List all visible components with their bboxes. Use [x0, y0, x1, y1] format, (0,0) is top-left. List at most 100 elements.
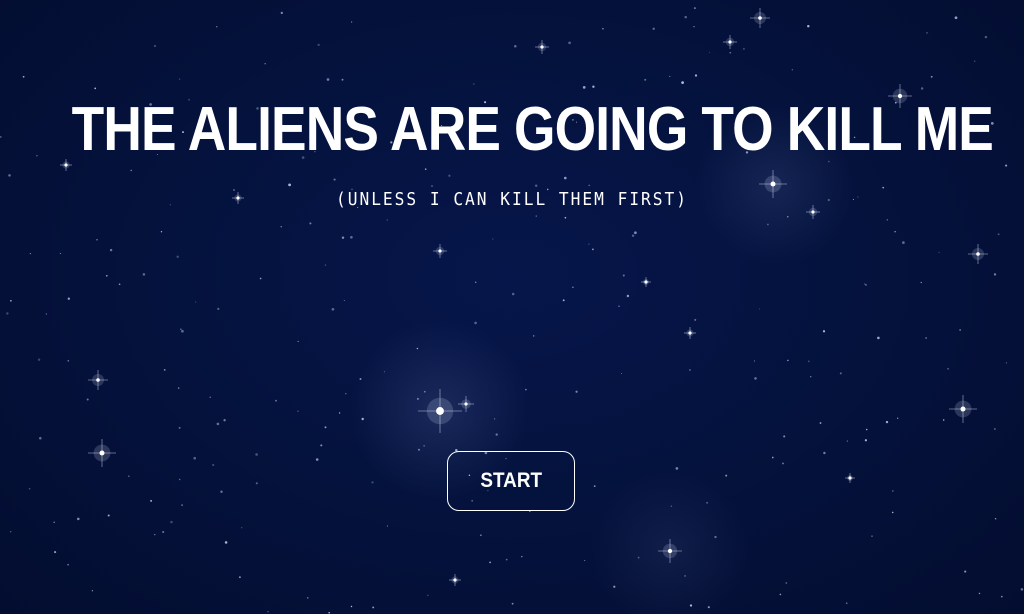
small-star: [264, 63, 266, 65]
game-subtitle: (UNLESS I CAN KILL THEM FIRST): [335, 189, 688, 210]
small-star: [195, 301, 197, 303]
small-star: [77, 517, 80, 521]
small-star: [754, 377, 757, 380]
small-star: [67, 297, 70, 300]
small-star: [130, 169, 133, 172]
small-star: [613, 585, 616, 588]
small-star: [217, 307, 220, 311]
small-star: [324, 264, 326, 266]
small-star: [162, 530, 165, 534]
small-star: [424, 168, 427, 170]
small-star: [693, 7, 696, 10]
small-star: [280, 226, 282, 228]
small-star: [707, 606, 710, 609]
small-star: [675, 467, 679, 470]
small-star: [511, 292, 515, 296]
small-star: [386, 219, 388, 221]
small-star: [845, 602, 848, 605]
small-star: [474, 281, 477, 284]
sparkle-star: [88, 439, 116, 467]
small-star: [338, 412, 341, 414]
small-star: [807, 360, 810, 363]
small-star: [564, 216, 567, 219]
small-star: [8, 174, 11, 177]
sparkle-star: [750, 8, 770, 28]
small-star: [582, 86, 586, 89]
small-star: [693, 26, 695, 28]
small-star: [118, 283, 121, 286]
small-star: [568, 41, 571, 45]
small-star: [947, 367, 949, 370]
small-star: [91, 590, 94, 592]
small-star: [212, 464, 215, 466]
small-star: [846, 440, 848, 442]
small-star: [345, 393, 347, 395]
small-star: [67, 360, 70, 362]
small-star: [960, 409, 963, 412]
small-star: [39, 436, 42, 440]
small-star: [897, 417, 899, 419]
small-star: [823, 451, 826, 455]
small-star: [593, 485, 596, 487]
small-star: [688, 369, 691, 371]
small-star: [974, 60, 976, 62]
small-star: [885, 420, 889, 424]
small-star: [255, 482, 258, 485]
small-star: [178, 478, 181, 481]
small-star: [684, 15, 687, 19]
small-star: [892, 490, 894, 492]
game-title-screen: THE ALIENS ARE GOING TO KILL ME (UNLESS …: [0, 0, 1024, 614]
small-star: [9, 530, 12, 533]
small-star: [223, 419, 226, 422]
small-star: [160, 231, 163, 233]
small-star: [787, 359, 789, 362]
small-star: [714, 535, 717, 539]
small-star: [317, 43, 320, 47]
small-star: [416, 397, 419, 400]
small-star: [0, 135, 2, 138]
small-star: [978, 592, 981, 595]
sparkle-star: [449, 574, 461, 586]
start-button[interactable]: START: [447, 451, 575, 511]
small-star: [320, 444, 323, 447]
small-star: [634, 231, 637, 235]
small-star: [742, 47, 745, 50]
small-star: [96, 239, 98, 241]
small-star: [871, 535, 873, 538]
small-star: [326, 78, 330, 81]
small-star: [894, 231, 896, 233]
sparkle-star: [658, 539, 682, 563]
small-star: [787, 216, 789, 218]
small-star: [505, 558, 508, 561]
small-star: [864, 283, 866, 285]
small-star: [942, 419, 945, 421]
small-star: [575, 390, 578, 393]
small-star: [1005, 164, 1008, 167]
small-star: [810, 376, 812, 378]
small-star: [343, 299, 345, 302]
small-star: [423, 445, 425, 447]
small-star: [28, 487, 31, 490]
small-star: [29, 252, 32, 255]
small-star: [535, 215, 537, 217]
small-star: [782, 462, 784, 465]
small-star: [383, 371, 385, 373]
small-star: [622, 274, 625, 277]
sparkle-star: [458, 396, 474, 412]
small-star: [684, 574, 687, 577]
small-star: [807, 24, 810, 28]
small-star: [588, 184, 590, 187]
small-star: [341, 236, 345, 239]
small-star: [984, 35, 988, 39]
small-star: [6, 312, 9, 315]
small-star: [178, 387, 180, 389]
small-star: [106, 275, 108, 277]
small-star: [176, 255, 179, 258]
small-star: [54, 551, 57, 554]
small-star: [67, 563, 69, 566]
small-star: [489, 561, 491, 564]
small-star: [306, 597, 309, 599]
small-star: [758, 308, 760, 310]
sparkle-star: [723, 35, 737, 49]
small-star: [154, 534, 156, 536]
